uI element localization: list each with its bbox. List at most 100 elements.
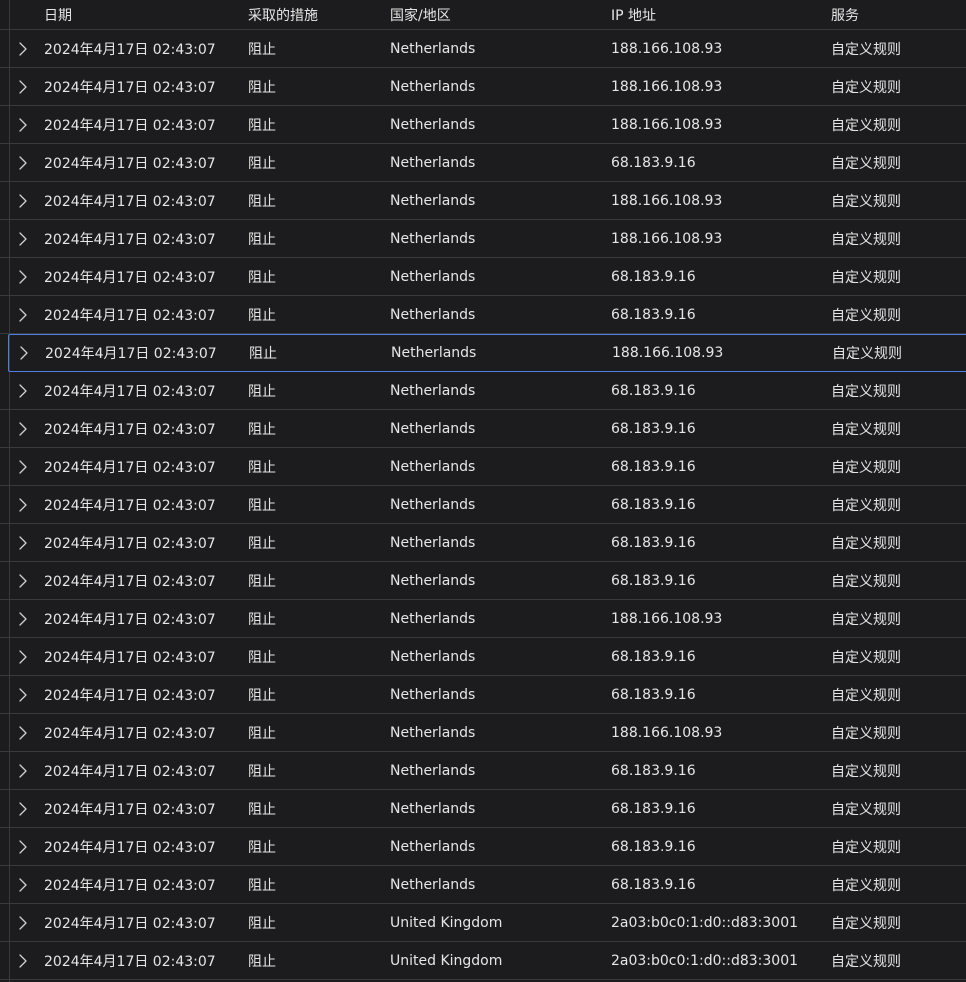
table-row[interactable]: 2024年4月17日 02:43:07 阻止 Netherlands 68.183.9…	[0, 448, 966, 486]
row-action: 阻止	[248, 79, 276, 96]
row-country: Netherlands	[390, 382, 476, 399]
row-date: 2024年4月17日 02:43:07	[44, 687, 216, 704]
chevron-right-icon[interactable]	[18, 562, 28, 599]
column-header-date[interactable]: 日期	[44, 0, 72, 29]
row-action: 阻止	[248, 535, 276, 552]
chevron-right-icon[interactable]	[18, 372, 28, 409]
column-header-ip[interactable]: IP 地址	[611, 0, 656, 29]
row-service: 自定义规则	[831, 839, 901, 856]
row-country: Netherlands	[390, 610, 476, 627]
row-country: Netherlands	[390, 724, 476, 741]
row-date: 2024年4月17日 02:43:07	[44, 193, 216, 210]
table-row[interactable]: 2024年4月17日 02:43:07 阻止 Netherlands 188.166.…	[0, 106, 966, 144]
chevron-right-icon[interactable]	[18, 30, 28, 67]
row-action: 阻止	[248, 649, 276, 666]
chevron-right-icon[interactable]	[18, 182, 28, 219]
row-action: 阻止	[249, 346, 277, 362]
table-row[interactable]: 2024年4月17日 02:43:07 阻止 Netherlands 68.183.9…	[0, 410, 966, 448]
row-service: 自定义规则	[831, 953, 901, 970]
row-service: 自定义规则	[831, 231, 901, 248]
row-ip-address: 68.183.9.16	[611, 306, 696, 323]
row-action: 阻止	[248, 155, 276, 172]
table-row[interactable]: 2024年4月17日 02:43:07 阻止 Netherlands 188.166.…	[0, 220, 966, 258]
row-ip-address: 188.166.108.93	[612, 345, 724, 361]
table-row[interactable]: 2024年4月17日 02:43:07 阻止 Netherlands 68.183.9…	[0, 296, 966, 334]
chevron-right-icon[interactable]	[18, 600, 28, 637]
row-country: Netherlands	[390, 420, 476, 437]
chevron-right-icon[interactable]	[18, 106, 28, 143]
table-row[interactable]: 2024年4月17日 02:43:07 阻止 Netherlands 68.183.9…	[0, 676, 966, 714]
chevron-right-icon[interactable]	[18, 296, 28, 333]
row-ip-address: 68.183.9.16	[611, 648, 696, 665]
chevron-right-icon[interactable]	[18, 220, 28, 257]
row-action: 阻止	[248, 953, 276, 970]
row-service: 自定义规则	[831, 725, 901, 742]
row-ip-address: 188.166.108.93	[611, 192, 723, 209]
chevron-right-icon[interactable]	[18, 942, 28, 979]
row-ip-address: 68.183.9.16	[611, 534, 696, 551]
row-date: 2024年4月17日 02:43:07	[44, 155, 216, 172]
chevron-right-icon[interactable]	[18, 638, 28, 675]
table-row[interactable]: 2024年4月17日 02:43:07 阻止 Netherlands 68.183.9…	[0, 258, 966, 296]
table-row[interactable]: 2024年4月17日 02:43:07 阻止 Netherlands 188.166.…	[0, 30, 966, 68]
table-row[interactable]: 2024年4月17日 02:43:07 阻止 Netherlands 68.183.9…	[0, 866, 966, 904]
row-ip-address: 68.183.9.16	[611, 496, 696, 513]
row-ip-address: 188.166.108.93	[611, 78, 723, 95]
column-header-action[interactable]: 采取的措施	[248, 0, 318, 29]
row-date: 2024年4月17日 02:43:07	[44, 497, 216, 514]
table-row[interactable]: 2024年4月17日 02:43:07 阻止 Netherlands 68.183.9…	[0, 486, 966, 524]
row-ip-address: 188.166.108.93	[611, 724, 723, 741]
row-service: 自定义规则	[831, 459, 901, 476]
chevron-right-icon[interactable]	[19, 335, 29, 371]
chevron-right-icon[interactable]	[18, 790, 28, 827]
chevron-right-icon[interactable]	[18, 904, 28, 941]
table-row[interactable]: 2024年4月17日 02:43:07 阻止 Netherlands 68.183.9…	[0, 828, 966, 866]
table-row[interactable]: 2024年4月17日 02:43:07 阻止 Netherlands 68.183.9…	[0, 372, 966, 410]
row-country: Netherlands	[390, 838, 476, 855]
chevron-right-icon[interactable]	[18, 524, 28, 561]
row-country: Netherlands	[390, 876, 476, 893]
row-ip-address: 68.183.9.16	[611, 154, 696, 171]
row-action: 阻止	[248, 421, 276, 438]
chevron-right-icon[interactable]	[18, 828, 28, 865]
row-date: 2024年4月17日 02:43:07	[44, 839, 216, 856]
chevron-right-icon[interactable]	[18, 448, 28, 485]
row-country: Netherlands	[390, 534, 476, 551]
table-row[interactable]: 2024年4月17日 02:43:07 阻止 Netherlands 188.166.…	[0, 714, 966, 752]
row-service: 自定义规则	[831, 155, 901, 172]
chevron-right-icon[interactable]	[18, 676, 28, 713]
row-country: Netherlands	[390, 40, 476, 57]
chevron-right-icon[interactable]	[18, 486, 28, 523]
row-action: 阻止	[248, 801, 276, 818]
chevron-right-icon[interactable]	[18, 144, 28, 181]
row-service: 自定义规则	[831, 763, 901, 780]
column-header-service[interactable]: 服务	[831, 0, 859, 29]
row-ip-address: 188.166.108.93	[611, 116, 723, 133]
row-service: 自定义规则	[831, 611, 901, 628]
table-row[interactable]: 2024年4月17日 02:43:07 阻止 Netherlands 188.166.…	[8, 334, 966, 372]
table-row[interactable]: 2024年4月17日 02:43:07 阻止 Netherlands 68.183.9…	[0, 144, 966, 182]
chevron-right-icon[interactable]	[18, 410, 28, 447]
table-row[interactable]: 2024年4月17日 02:43:07 阻止 Netherlands 188.166.…	[0, 600, 966, 638]
table-row[interactable]: 2024年4月17日 02:43:07 阻止 Netherlands 68.183.9…	[0, 752, 966, 790]
row-country: Netherlands	[390, 78, 476, 95]
chevron-right-icon[interactable]	[18, 866, 28, 903]
table-row[interactable]: 2024年4月17日 02:43:07 阻止 Netherlands 68.183.9…	[0, 562, 966, 600]
chevron-right-icon[interactable]	[18, 68, 28, 105]
row-date: 2024年4月17日 02:43:07	[44, 953, 216, 970]
chevron-right-icon[interactable]	[18, 714, 28, 751]
table-row[interactable]: 2024年4月17日 02:43:07 阻止 Netherlands 68.183.9…	[0, 638, 966, 676]
table-row[interactable]: 2024年4月17日 02:43:07 阻止 Netherlands 188.166.…	[0, 182, 966, 220]
table-row[interactable]: 2024年4月17日 02:43:07 阻止 Netherlands 68.183.9…	[0, 790, 966, 828]
row-ip-address: 68.183.9.16	[611, 458, 696, 475]
chevron-right-icon[interactable]	[18, 752, 28, 789]
table-row[interactable]: 2024年4月17日 02:43:07 阻止 Netherlands 68.183.9…	[0, 524, 966, 562]
table-row[interactable]: 2024年4月17日 02:43:07 阻止 United Kingdom 2a03:…	[0, 942, 966, 980]
chevron-right-icon[interactable]	[18, 258, 28, 295]
row-date: 2024年4月17日 02:43:07	[44, 459, 216, 476]
table-row[interactable]: 2024年4月17日 02:43:07 阻止 Netherlands 188.166.…	[0, 68, 966, 106]
table-row[interactable]: 2024年4月17日 02:43:07 阻止 United Kingdom 2a03:…	[0, 904, 966, 942]
row-service: 自定义规则	[831, 801, 901, 818]
row-date: 2024年4月17日 02:43:07	[44, 231, 216, 248]
column-header-country[interactable]: 国家/地区	[390, 0, 451, 29]
